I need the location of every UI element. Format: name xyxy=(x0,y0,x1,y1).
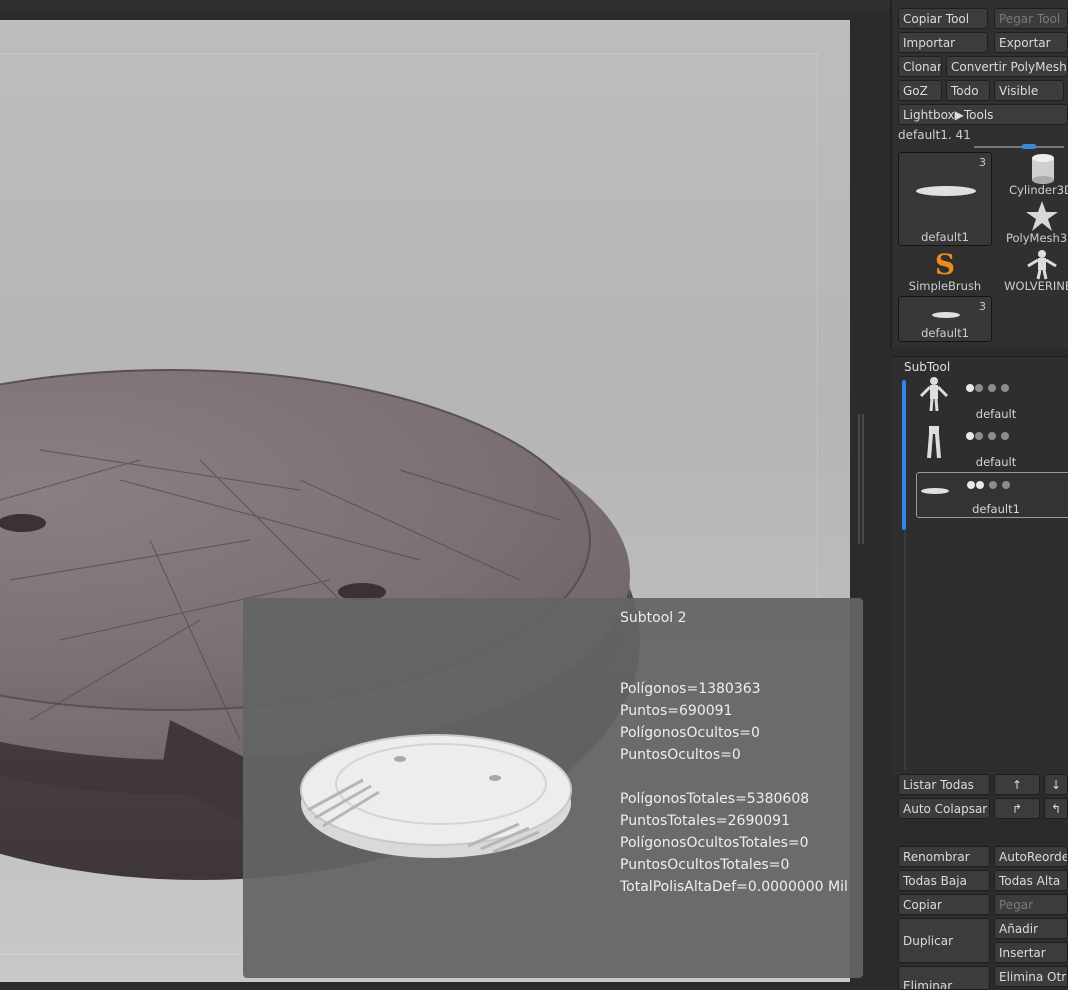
simplebrush-icon: S xyxy=(935,248,955,280)
right-tray: Copiar Tool Pegar Tool Importar Exportar… xyxy=(890,0,1068,990)
thumb-count: 3 xyxy=(979,156,986,169)
all-high-button[interactable]: Todas Alta xyxy=(994,870,1068,891)
auto-collapse-button[interactable]: Auto Colapsar xyxy=(898,798,990,819)
thumb-label: default1 xyxy=(921,230,969,244)
subtool-visibility-icons[interactable] xyxy=(966,380,1010,392)
subtool-scroll-thumb[interactable] xyxy=(902,380,906,530)
cylinder-icon xyxy=(1032,154,1054,184)
figure-icon xyxy=(1027,250,1057,280)
subtool-preview xyxy=(300,734,572,858)
thumb-label: Cylinder3D xyxy=(1009,183,1068,197)
lightbox-tools-button[interactable]: Lightbox▶Tools xyxy=(898,104,1068,125)
svg-text:S: S xyxy=(935,248,955,280)
goz-visible-button[interactable]: Visible xyxy=(994,80,1064,101)
arrow-up-icon: ↑ xyxy=(1011,778,1023,792)
add-button[interactable]: Añadir xyxy=(994,918,1068,939)
delete-button[interactable]: Eliminar xyxy=(898,966,990,990)
stat-line: PuntosTotales=2690091 xyxy=(620,813,790,829)
goz-all-button[interactable]: Todo xyxy=(946,80,990,101)
stat-line: PolígonosTotales=5380608 xyxy=(620,791,810,807)
thumb-label: PolyMesh3D xyxy=(1005,231,1068,245)
popup-title: Subtool 2 xyxy=(620,610,687,626)
duplicate-button[interactable]: Duplicar xyxy=(898,918,990,963)
thumb-count: 3 xyxy=(979,300,986,313)
copy-tool-button[interactable]: Copiar Tool xyxy=(898,8,988,29)
subtool-visibility-icons[interactable] xyxy=(967,477,1011,489)
stat-line: PuntosOcultosTotales=0 xyxy=(620,857,790,873)
stat-line xyxy=(620,766,848,788)
disc-icon xyxy=(916,186,976,196)
paste-tool-button[interactable]: Pegar Tool xyxy=(994,8,1068,29)
copy-button[interactable]: Copiar xyxy=(898,894,990,915)
thumb-label: default1 xyxy=(921,326,969,340)
move-down-button[interactable]: ↓ xyxy=(1044,774,1068,795)
popup-stats: Polígonos=1380363 Puntos=690091 Polígono… xyxy=(620,678,848,898)
tool-thumb-wolverine[interactable]: WOLVERINE_ xyxy=(994,248,1068,294)
clone-button[interactable]: Clonar xyxy=(898,56,942,77)
top-shelf xyxy=(0,0,890,12)
move-left-button[interactable]: ↰ xyxy=(1044,798,1068,819)
stat-line: PolígonosOcultos=0 xyxy=(620,725,760,741)
stat-line: TotalPolisAltaDef=0.0000000 Mil xyxy=(620,879,848,895)
subtool-item-label: default xyxy=(975,407,1017,421)
thumb-label: SimpleBrush xyxy=(908,279,982,293)
tool-slider-knob[interactable] xyxy=(1022,144,1036,149)
subtool-item-selected[interactable]: default1 xyxy=(916,472,1068,518)
thumb-label: WOLVERINE_ xyxy=(1004,279,1068,293)
panel-splitter[interactable] xyxy=(858,414,866,544)
tool-slider-track[interactable] xyxy=(974,146,1064,148)
disc-icon xyxy=(932,312,960,318)
rename-button[interactable]: Renombrar xyxy=(898,846,990,867)
arrow-down-icon: ↓ xyxy=(1050,778,1062,792)
tool-thumb-simplebrush[interactable]: S SimpleBrush xyxy=(898,248,992,294)
list-all-button[interactable]: Listar Todas xyxy=(898,774,990,795)
current-tool-label: default1. 41 xyxy=(898,128,971,142)
subtool-visibility-icons[interactable] xyxy=(966,428,1010,440)
tool-thumb-polymesh3d[interactable]: PolyMesh3D xyxy=(994,200,1068,246)
subtool-title[interactable]: SubTool xyxy=(904,360,950,374)
stat-line: Puntos=690091 xyxy=(620,703,733,719)
subtool-info-popup: Subtool 2 Polígonos=1380363 Puntos=69009… xyxy=(243,598,863,978)
arrow-back-icon: ↰ xyxy=(1050,802,1062,816)
stat-line: PolígonosOcultosTotales=0 xyxy=(620,835,809,851)
insert-button[interactable]: Insertar xyxy=(994,942,1068,963)
move-right-button[interactable]: ↱ xyxy=(994,798,1040,819)
tool-thumb-default1[interactable]: 3 default1 xyxy=(898,152,992,246)
subtool-item[interactable]: default xyxy=(916,376,1068,422)
subtool-item-label: default1 xyxy=(972,502,1020,516)
stat-line: Polígonos=1380363 xyxy=(620,681,761,697)
star-icon xyxy=(1026,201,1058,231)
tool-thumb-cylinder3d[interactable]: Cylinder3D xyxy=(994,152,1068,198)
tool-thumb-default1-sub[interactable]: 3 default1 xyxy=(898,296,992,342)
paste-button[interactable]: Pegar xyxy=(994,894,1068,915)
subtool-item-label: default xyxy=(975,455,1017,469)
subtool-item[interactable]: default xyxy=(916,424,1068,470)
import-button[interactable]: Importar xyxy=(898,32,988,53)
move-up-button[interactable]: ↑ xyxy=(994,774,1040,795)
delete-other-button[interactable]: Elimina Otra xyxy=(994,966,1068,987)
stat-line: PuntosOcultos=0 xyxy=(620,747,741,763)
convert-polymesh-button[interactable]: Convertir PolyMesh3D xyxy=(946,56,1068,77)
goz-button[interactable]: GoZ xyxy=(898,80,942,101)
arrow-turn-icon: ↱ xyxy=(1011,802,1023,816)
auto-reorder-button[interactable]: AutoReorder xyxy=(994,846,1068,867)
all-low-button[interactable]: Todas Baja xyxy=(898,870,990,891)
export-button[interactable]: Exportar xyxy=(994,32,1068,53)
